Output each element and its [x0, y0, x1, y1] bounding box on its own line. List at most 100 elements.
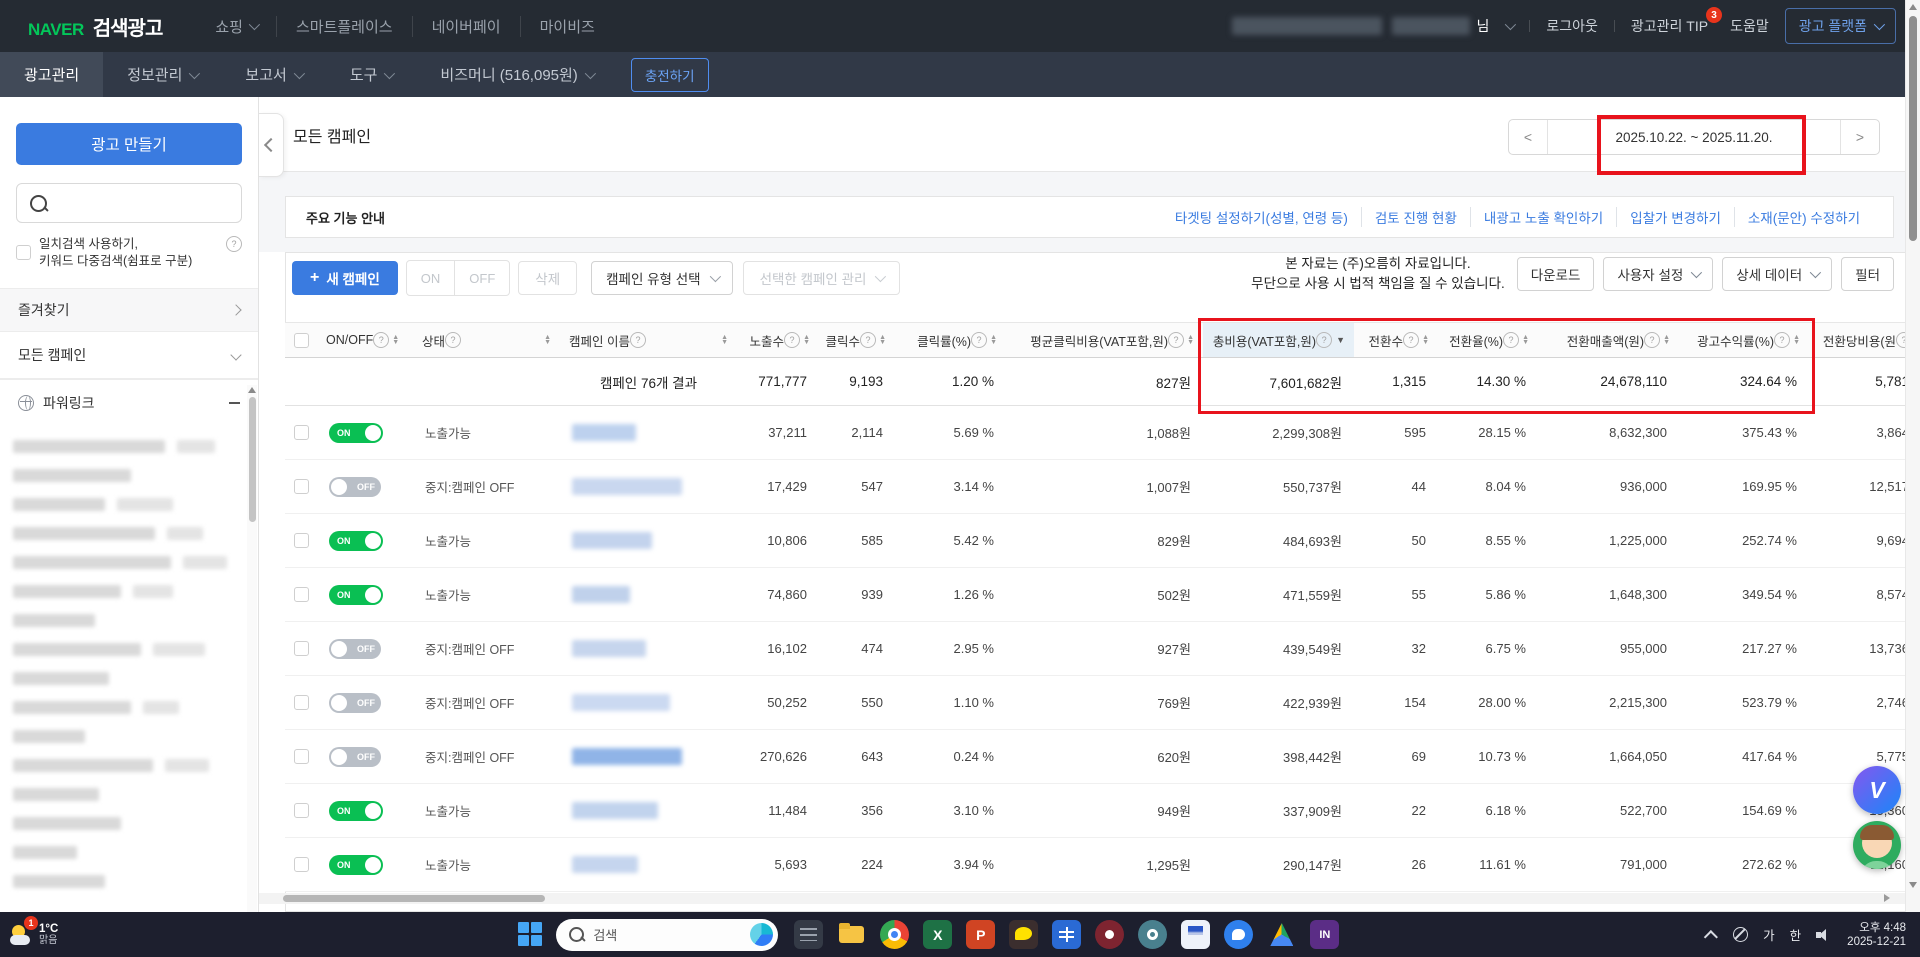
- document-icon[interactable]: [1181, 920, 1210, 949]
- sidebar-campaign-item[interactable]: [0, 809, 248, 838]
- topbar-menu-item[interactable]: 스마트플레이스: [276, 16, 412, 37]
- campaign-toggle[interactable]: ON: [329, 855, 383, 875]
- sidebar-campaign-item[interactable]: [0, 838, 248, 867]
- scroll-up-arrow-icon[interactable]: [248, 387, 256, 393]
- campaign-toggle[interactable]: OFF: [329, 639, 381, 659]
- topbar-menu-item[interactable]: 네이버페이: [412, 16, 520, 37]
- campaign-name-blur[interactable]: [572, 748, 682, 765]
- campaign-toggle[interactable]: ON: [329, 585, 383, 605]
- column-header-checkbox[interactable]: [285, 322, 317, 358]
- user-settings-button[interactable]: 사용자 설정: [1603, 257, 1713, 291]
- column-header-total-cost[interactable]: 총비용(VAT포함,원)▼: [1203, 322, 1354, 358]
- campaign-name-blur[interactable]: [572, 424, 636, 441]
- sidebar-campaign-item[interactable]: [0, 519, 248, 548]
- match-search-checkbox[interactable]: [16, 245, 31, 260]
- ad-tip-link[interactable]: 광고관리 TIP 3: [1631, 16, 1714, 36]
- sidebar-campaign-item[interactable]: [0, 635, 248, 664]
- wallet-icon[interactable]: IN: [1310, 920, 1339, 949]
- sidebar-campaign-item[interactable]: [0, 432, 248, 461]
- sidebar-campaign-item[interactable]: [0, 606, 248, 635]
- page-scrollbar[interactable]: [1905, 0, 1920, 912]
- campaign-toggle[interactable]: OFF: [329, 693, 381, 713]
- notepad-icon[interactable]: [794, 920, 823, 949]
- do-not-disturb-icon[interactable]: [1733, 927, 1748, 942]
- topbar-menu-item[interactable]: 마이비즈: [520, 16, 614, 37]
- taskbar-search-input[interactable]: 검색: [556, 919, 778, 951]
- sidebar-campaign-item[interactable]: [0, 577, 248, 606]
- recorder-icon[interactable]: [1095, 920, 1124, 949]
- sidebar-campaign-item[interactable]: [0, 722, 248, 751]
- detail-data-button[interactable]: 상세 데이터: [1722, 257, 1832, 291]
- speaker-icon[interactable]: [1816, 928, 1832, 942]
- sort-icon[interactable]: ▲▼: [544, 335, 551, 346]
- scrollbar-thumb[interactable]: [283, 895, 545, 902]
- scroll-right-arrow-icon[interactable]: [1884, 894, 1890, 902]
- scroll-up-arrow-icon[interactable]: [1909, 4, 1917, 10]
- campaign-toggle[interactable]: ON: [329, 801, 383, 821]
- scroll-down-arrow-icon[interactable]: [1909, 882, 1917, 888]
- ad-platform-button[interactable]: 광고 플랫폼: [1785, 8, 1896, 44]
- campaign-toggle[interactable]: OFF: [329, 747, 381, 767]
- column-header-cpa[interactable]: 전환당비용(원: [1809, 322, 1920, 358]
- campaign-toggle[interactable]: OFF: [329, 477, 381, 497]
- talktalk-fab-button[interactable]: V: [1853, 766, 1901, 814]
- scrollbar-thumb[interactable]: [1909, 16, 1917, 241]
- info-icon[interactable]: [226, 236, 242, 252]
- date-prev-button[interactable]: <: [1509, 120, 1548, 154]
- sidebar-campaign-item[interactable]: [0, 751, 248, 780]
- sort-icon[interactable]: ▲▼: [990, 335, 997, 346]
- nav-tab-비즈머니 (516,095원)[interactable]: 비즈머니 (516,095원): [416, 52, 616, 97]
- campaign-toggle[interactable]: ON: [329, 531, 383, 551]
- excel-icon[interactable]: X: [923, 920, 952, 949]
- sidebar-search-input[interactable]: [16, 183, 242, 223]
- info-icon[interactable]: [445, 332, 461, 348]
- row-checkbox[interactable]: [294, 857, 309, 872]
- row-checkbox[interactable]: [294, 479, 309, 494]
- horizontal-scrollbar[interactable]: [259, 893, 1906, 904]
- column-header-clicks[interactable]: 클릭수▲▼: [819, 322, 895, 358]
- campaign-name-blur[interactable]: [572, 802, 658, 819]
- collapse-minus-icon[interactable]: [229, 402, 240, 404]
- column-header-impressions[interactable]: 노출수▲▼: [737, 322, 819, 358]
- sidebar-campaign-item[interactable]: [0, 780, 248, 809]
- column-header-name[interactable]: 캠페인 이름▲▼: [560, 322, 737, 358]
- download-button[interactable]: 다운로드: [1517, 257, 1595, 291]
- sidebar-campaign-item[interactable]: [0, 490, 248, 519]
- drive-icon[interactable]: [1267, 920, 1296, 949]
- column-header-status[interactable]: 상태▲▼: [413, 322, 560, 358]
- sidebar-campaign-item[interactable]: [0, 461, 248, 490]
- campaign-toggle[interactable]: ON: [329, 423, 383, 443]
- info-icon[interactable]: [1316, 332, 1332, 348]
- info-icon[interactable]: [971, 332, 987, 348]
- campaign-name-blur[interactable]: [572, 586, 630, 603]
- topbar-menu-item[interactable]: 쇼핑: [196, 16, 276, 37]
- folder-icon[interactable]: [837, 920, 866, 949]
- sort-icon[interactable]: ▲▼: [879, 335, 886, 346]
- feature-link[interactable]: 입찰가 변경하기: [1616, 207, 1734, 227]
- campaign-name-blur[interactable]: [572, 532, 652, 549]
- sidebar-campaign-item[interactable]: [0, 664, 248, 693]
- row-checkbox[interactable]: [294, 749, 309, 764]
- manage-selected-button[interactable]: 선택한 캠페인 관리: [743, 261, 901, 295]
- sort-icon[interactable]: ▲▼: [392, 335, 399, 346]
- column-header-onoff[interactable]: ON/OFF▲▼: [317, 322, 413, 358]
- sort-icon[interactable]: ▲▼: [1522, 335, 1529, 346]
- settings-icon[interactable]: [1138, 920, 1167, 949]
- powerpoint-icon[interactable]: P: [966, 920, 995, 949]
- kakaotalk-icon[interactable]: [1009, 920, 1038, 949]
- filter-button[interactable]: 필터: [1841, 257, 1894, 291]
- date-next-button[interactable]: >: [1840, 120, 1879, 154]
- row-checkbox[interactable]: [294, 695, 309, 710]
- campaign-name-blur[interactable]: [572, 640, 646, 657]
- row-checkbox[interactable]: [294, 587, 309, 602]
- off-button[interactable]: OFF: [454, 261, 509, 295]
- row-checkbox[interactable]: [294, 803, 309, 818]
- info-icon[interactable]: [1168, 332, 1184, 348]
- row-checkbox[interactable]: [294, 641, 309, 656]
- nav-tab-도구[interactable]: 도구: [326, 52, 417, 97]
- info-icon[interactable]: [630, 332, 646, 348]
- help-link[interactable]: 도움말: [1730, 16, 1769, 36]
- scrollbar-thumb[interactable]: [249, 397, 256, 522]
- sidebar-campaign-item[interactable]: [0, 693, 248, 722]
- nav-tab-보고서[interactable]: 보고서: [221, 52, 325, 97]
